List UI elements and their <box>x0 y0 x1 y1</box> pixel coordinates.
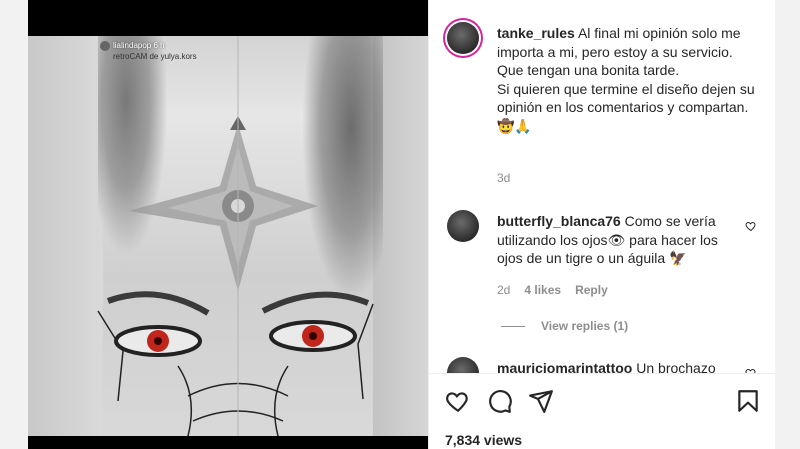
tattoo-drawing <box>97 36 374 436</box>
comment-like-icon[interactable] <box>745 220 757 232</box>
comment-likes[interactable]: 4 likes <box>524 283 561 297</box>
video-overlay-user: lialindapop 6 h retroCAM de yulya.kors <box>100 40 197 62</box>
caption: tanke_rules Al final mi opinión solo me … <box>497 24 757 135</box>
overlay-username: lialindapop <box>113 41 152 50</box>
post-panel: tanke_rules Al final mi opinión solo me … <box>428 0 775 449</box>
caption-emoji: 🤠🙏 <box>497 117 532 134</box>
video-frame[interactable]: lialindapop 6 h retroCAM de yulya.kors <box>28 36 428 436</box>
post-media[interactable]: lialindapop 6 h retroCAM de yulya.kors <box>28 0 428 449</box>
view-replies-button[interactable]: View replies (1) <box>501 319 628 333</box>
overlay-time: 6 h <box>153 41 165 50</box>
author-avatar[interactable] <box>447 22 479 54</box>
reply-button[interactable]: Reply <box>575 283 608 297</box>
comments-list[interactable]: tanke_rules Al final mi opinión solo me … <box>429 0 775 373</box>
comment-time[interactable]: 2d <box>497 283 510 297</box>
overlay-effect: retroCAM de yulya.kors <box>113 52 197 61</box>
comment-text: Un brochazo <box>636 360 716 373</box>
replies-divider <box>501 326 525 328</box>
action-bar <box>429 388 775 416</box>
view-count[interactable]: 7,834 views <box>445 432 522 448</box>
commenter-username[interactable]: mauriciomarintattoo <box>497 360 632 373</box>
heart-icon[interactable] <box>445 388 471 414</box>
caption-line: Que tengan una bonita tarde. <box>497 62 680 78</box>
comment: butterfly_blanca76 Como se vería utiliza… <box>497 212 737 268</box>
bookmark-icon[interactable] <box>735 388 761 414</box>
commenter-avatar[interactable] <box>447 210 479 242</box>
overlay-avatar <box>100 40 110 51</box>
view-replies-label: View replies (1) <box>541 319 629 333</box>
commenter-avatar[interactable] <box>447 357 479 373</box>
author-username[interactable]: tanke_rules <box>497 25 575 41</box>
actions-divider <box>429 373 775 374</box>
comment: mauriciomarintattoo Un brochazo <box>497 359 737 373</box>
caption-line: Si quieren que termine el diseño dejen s… <box>497 80 755 116</box>
commenter-username[interactable]: butterfly_blanca76 <box>497 213 621 229</box>
share-icon[interactable] <box>528 388 554 414</box>
caption-time[interactable]: 3d <box>497 171 510 185</box>
comment-icon[interactable] <box>487 388 513 414</box>
comment-meta: 2d 4 likes Reply <box>497 283 608 297</box>
